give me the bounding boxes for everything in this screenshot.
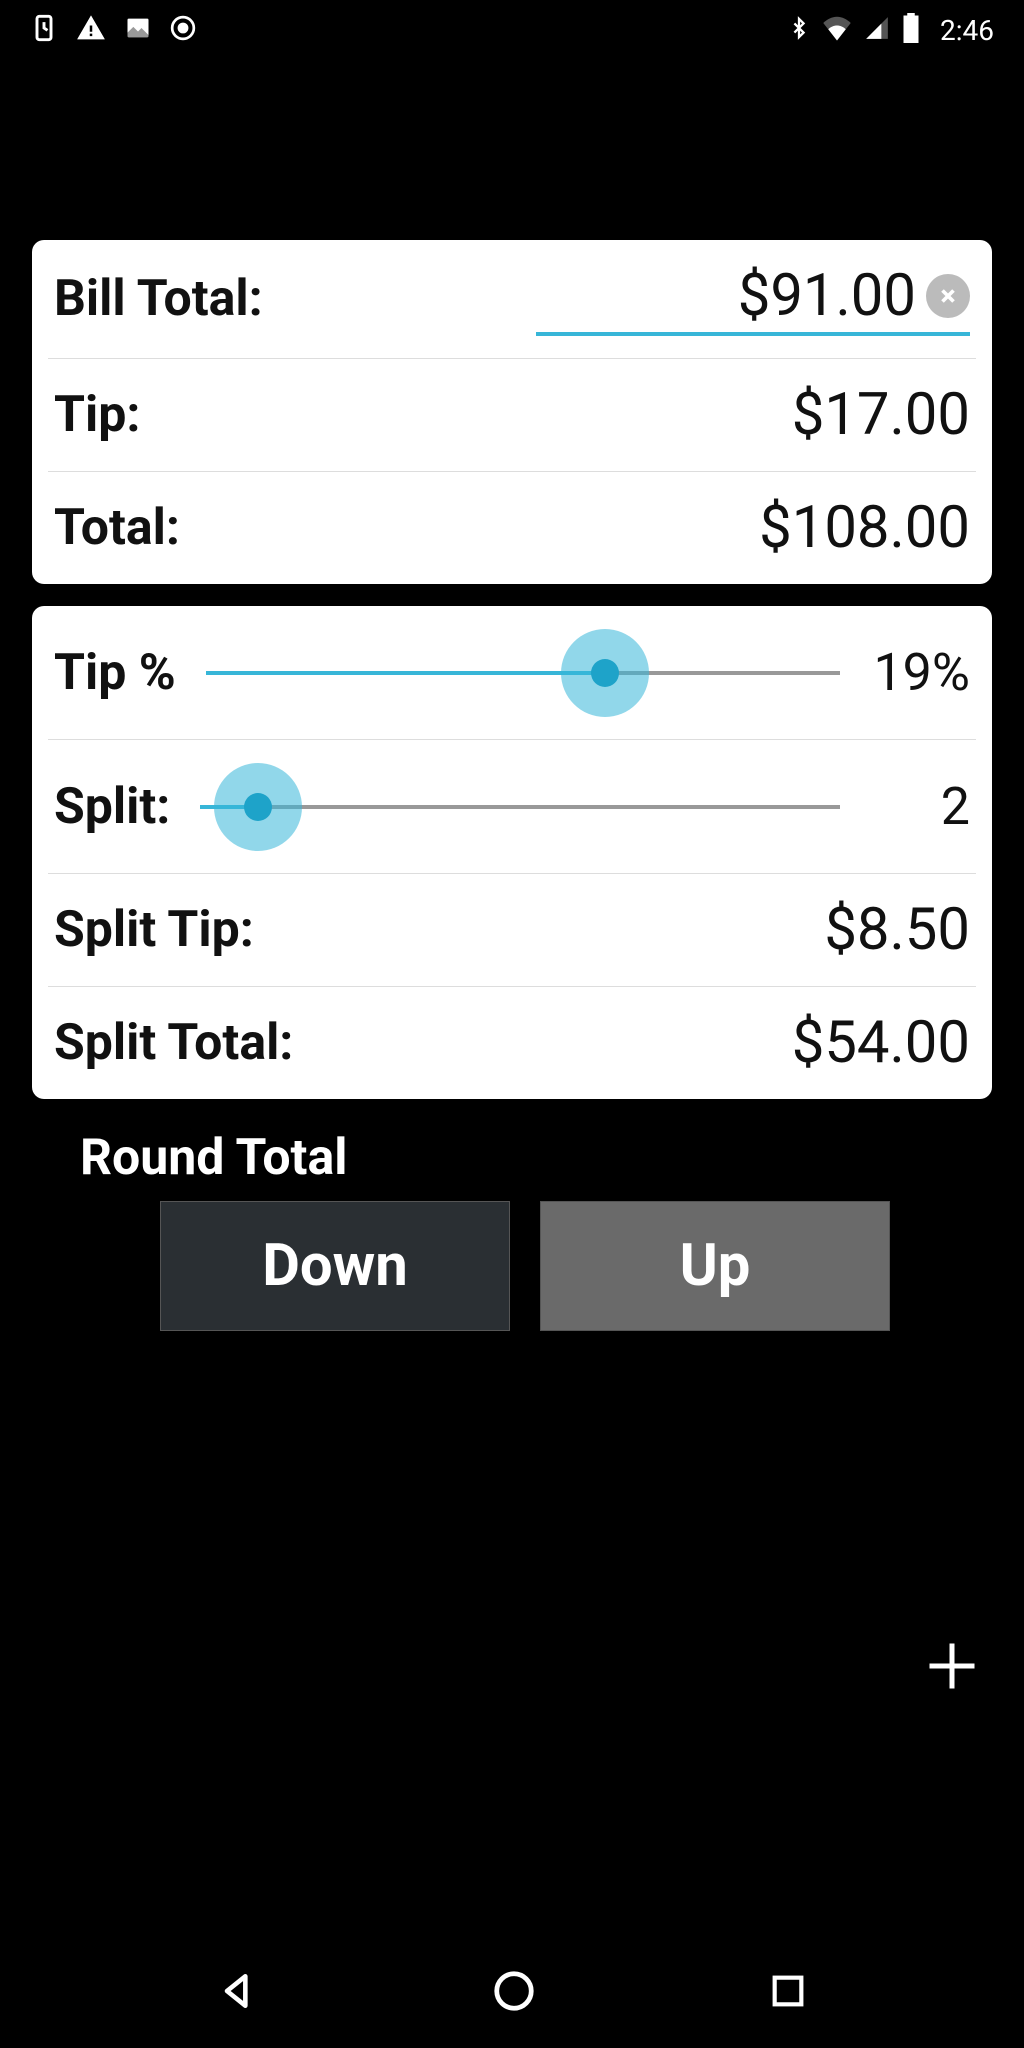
split-card: Tip % 19% Split: 2 Split Tip: $8.50 Spli… xyxy=(32,606,992,1099)
round-total-label: Round Total xyxy=(80,1129,944,1187)
tip-percent-value: 19% xyxy=(870,642,970,703)
tip-percent-label: Tip % xyxy=(54,644,176,702)
bill-total-value: $91.00 xyxy=(536,262,916,330)
status-bar: 2:46 xyxy=(0,0,1024,60)
tip-percent-slider[interactable] xyxy=(206,671,840,675)
clock-text: 2:46 xyxy=(940,14,994,47)
sync-icon xyxy=(30,14,58,46)
clear-icon[interactable] xyxy=(926,274,970,318)
split-slider[interactable] xyxy=(200,805,840,809)
split-total-value: $54.00 xyxy=(792,1009,970,1077)
bill-card: Bill Total: $91.00 Tip: $17.00 Total: $1… xyxy=(32,240,992,584)
bill-total-label: Bill Total: xyxy=(54,270,263,328)
home-button[interactable] xyxy=(491,1968,537,2018)
wifi-icon xyxy=(822,15,852,45)
signal-icon xyxy=(864,15,890,45)
total-label: Total: xyxy=(54,499,180,557)
round-down-button[interactable]: Down xyxy=(160,1201,510,1331)
record-icon xyxy=(170,15,196,45)
split-total-label: Split Total: xyxy=(54,1014,293,1072)
warning-icon xyxy=(76,13,106,47)
round-up-button[interactable]: Up xyxy=(540,1201,890,1331)
tip-label: Tip: xyxy=(54,386,140,444)
navigation-bar xyxy=(0,1938,1024,2048)
split-tip-label: Split Tip: xyxy=(54,901,254,959)
battery-icon xyxy=(902,13,920,47)
back-button[interactable] xyxy=(216,1969,260,2017)
bluetooth-icon xyxy=(788,13,810,47)
add-button[interactable] xyxy=(922,1632,982,1708)
recent-apps-button[interactable] xyxy=(768,1971,808,2015)
image-icon xyxy=(124,14,152,46)
split-value: 2 xyxy=(870,776,970,837)
total-value: $108.00 xyxy=(759,494,970,562)
tip-value: $17.00 xyxy=(792,381,970,449)
split-tip-value: $8.50 xyxy=(824,896,970,964)
bill-total-input[interactable]: $91.00 xyxy=(536,262,970,336)
split-label: Split: xyxy=(54,778,170,836)
